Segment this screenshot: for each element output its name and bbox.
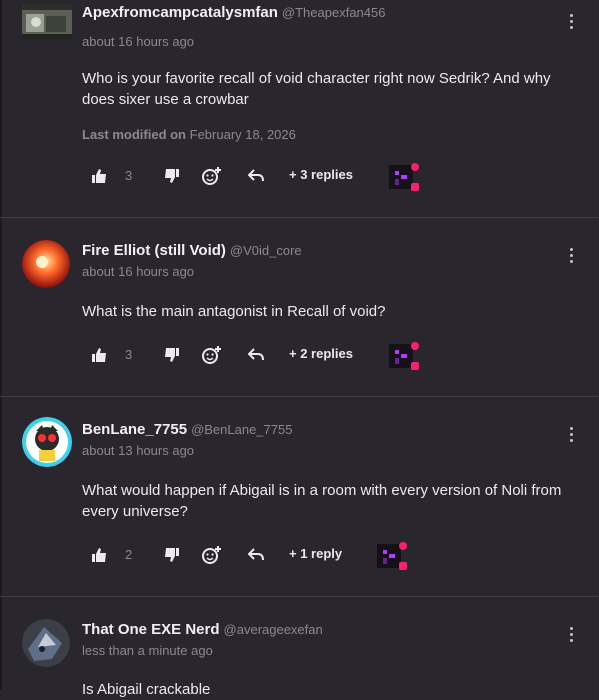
comment-divider	[0, 217, 599, 218]
comment-header: Apexfromcampcatalysmfan @Theapexfan456	[82, 4, 385, 22]
user-badge	[383, 161, 423, 193]
user-badge	[383, 340, 423, 372]
avatar[interactable]	[22, 417, 72, 467]
username[interactable]: That One EXE Nerd	[82, 621, 220, 638]
more-vertical-icon[interactable]	[567, 627, 575, 645]
username[interactable]: BenLane_7755	[82, 421, 187, 438]
reply-arrow-icon[interactable]	[244, 540, 268, 570]
comment-header: Fire Elliot (still Void) @V0id_core	[82, 242, 302, 260]
avatar[interactable]	[22, 619, 70, 667]
comment-body: What is the main antagonist in Recall of…	[82, 303, 386, 320]
thumbs-down-icon[interactable]	[160, 540, 182, 570]
add-reaction-icon[interactable]	[200, 340, 224, 370]
avatar[interactable]	[22, 240, 70, 288]
user-handle[interactable]: @averageexefan	[224, 622, 323, 637]
like-count: 3	[125, 347, 133, 362]
timestamp: about 16 hours ago	[82, 264, 195, 279]
comment-header: That One EXE Nerd @averageexefan	[82, 621, 323, 639]
more-vertical-icon[interactable]	[567, 248, 575, 266]
thumbs-up-icon[interactable]	[88, 540, 110, 570]
reply-arrow-icon[interactable]	[244, 340, 268, 370]
replies-link[interactable]: + 2 replies	[289, 346, 353, 361]
comment-body: What would happen if Abigail is in a roo…	[82, 482, 562, 520]
user-handle[interactable]: @BenLane_7755	[191, 422, 292, 437]
like-count: 2	[125, 547, 133, 562]
add-reaction-icon[interactable]	[200, 540, 224, 570]
last-modified: Last modified on February 18, 2026	[82, 127, 296, 142]
last-modified-label: Last modified on	[82, 127, 186, 142]
username[interactable]: Apexfromcampcatalysmfan	[82, 4, 278, 21]
timestamp: about 16 hours ago	[82, 34, 195, 49]
comment-header: BenLane_7755 @BenLane_7755	[82, 421, 292, 439]
replies-link[interactable]: + 3 replies	[289, 167, 353, 182]
comment-body: Who is your favorite recall of void char…	[82, 70, 551, 108]
timestamp: about 13 hours ago	[82, 443, 195, 458]
left-edge-strip	[0, 0, 2, 690]
thumbs-up-icon[interactable]	[88, 161, 110, 191]
more-vertical-icon[interactable]	[567, 427, 575, 445]
user-handle[interactable]: @V0id_core	[230, 243, 302, 258]
comment-divider	[0, 396, 599, 397]
last-modified-date: February 18, 2026	[189, 127, 296, 142]
thumbs-up-icon[interactable]	[88, 340, 110, 370]
comment-divider	[0, 596, 599, 597]
username[interactable]: Fire Elliot (still Void)	[82, 242, 226, 259]
add-reaction-icon[interactable]	[200, 161, 224, 191]
user-handle[interactable]: @Theapexfan456	[282, 5, 386, 20]
avatar[interactable]	[22, 4, 72, 40]
thumbs-down-icon[interactable]	[160, 340, 182, 370]
reply-arrow-icon[interactable]	[244, 161, 268, 191]
more-vertical-icon[interactable]	[567, 14, 575, 32]
like-count: 3	[125, 168, 133, 183]
timestamp: less than a minute ago	[82, 643, 213, 658]
thumbs-down-icon[interactable]	[160, 161, 182, 191]
replies-link[interactable]: + 1 reply	[289, 546, 342, 561]
user-badge	[371, 540, 411, 572]
